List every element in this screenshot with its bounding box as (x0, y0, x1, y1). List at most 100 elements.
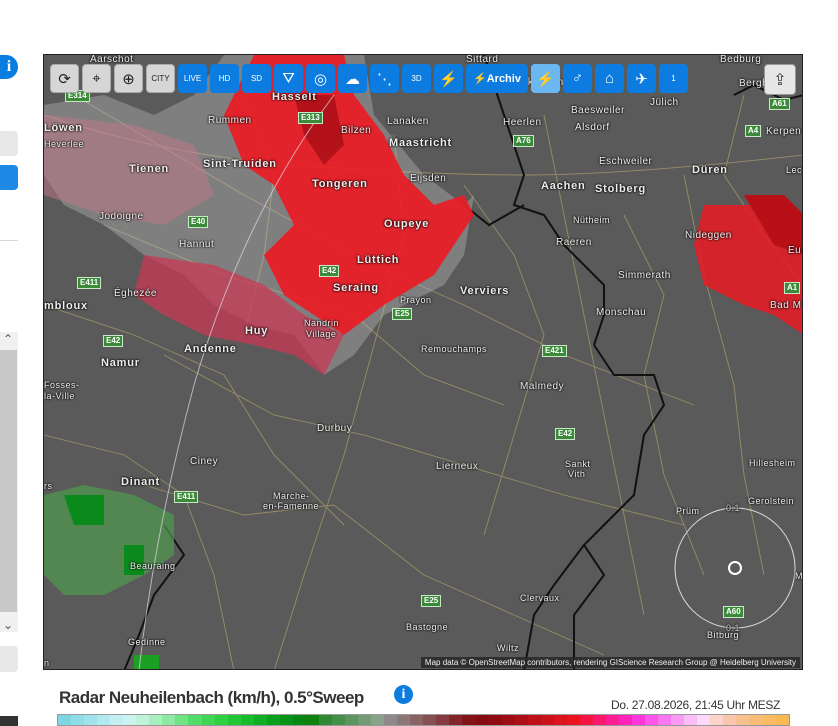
road-shield: A1 (784, 282, 801, 294)
refresh-icon: ⟳ (58, 70, 71, 88)
storm-tracks-button[interactable]: ⋱ (370, 64, 399, 93)
color-scale-swatch (553, 715, 567, 725)
place-label: Seraing (333, 282, 379, 294)
cloud-rain-icon: ☁ (345, 70, 360, 88)
color-scale-swatch (305, 715, 319, 725)
storm-tracks-icon: ⋱ (377, 70, 392, 88)
scroll-up-icon[interactable]: ⌃ (3, 332, 13, 346)
color-scale-swatch (632, 715, 646, 725)
satellite-button[interactable]: ✈ (627, 64, 656, 93)
place-label: Maastricht (389, 137, 453, 149)
lightning-button[interactable]: ⚡ (434, 64, 463, 93)
city-icon: CITY (151, 73, 170, 83)
color-scale-swatch (410, 715, 424, 725)
color-scale-swatch (97, 715, 111, 725)
rail-tab[interactable] (0, 646, 18, 672)
color-scale-swatch (318, 715, 332, 725)
place-label: Düren (692, 164, 728, 176)
road-shield: A4 (745, 125, 762, 137)
color-scale-swatch (110, 715, 124, 725)
color-scale-swatch (436, 715, 450, 725)
radar-sd-button[interactable]: SD (242, 64, 271, 93)
location-pin-icon: ⌖ (92, 70, 101, 87)
radar-sd-icon: SD (250, 73, 263, 83)
rail-tab[interactable] (0, 131, 18, 156)
place-label: n (44, 658, 50, 668)
live-button[interactable]: LIVE (178, 64, 207, 93)
map-attribution: Map data © OpenStreetMap contributors, r… (420, 657, 800, 668)
scroll-down-icon[interactable]: ⌄ (3, 618, 13, 632)
place-label: Eijsden (410, 173, 447, 184)
color-scale-swatch (175, 715, 189, 725)
radar-hd-button[interactable]: HD (210, 64, 239, 93)
place-label: Prayon (400, 295, 432, 305)
place-label: Bitburg (707, 630, 740, 640)
place-label: Malmedy (520, 381, 565, 392)
rail-tab-active[interactable] (0, 165, 18, 190)
locate-button[interactable]: ⌖ (82, 64, 111, 93)
lightning-archive-icon: ⚡ (473, 73, 487, 85)
color-scale-swatch (605, 715, 620, 725)
flood-button[interactable]: ⌂ (595, 64, 624, 93)
tornado-button[interactable]: ⛛ (274, 64, 303, 93)
place-label: Éghezée (114, 288, 157, 299)
road-shield: E40 (188, 216, 209, 228)
color-scale (57, 714, 790, 726)
road-shield: E411 (174, 491, 199, 503)
place-label: Marche- (273, 491, 310, 501)
radar-3d-button[interactable]: 3D (402, 64, 431, 93)
refresh-button[interactable]: ⟳ (50, 64, 79, 93)
place-label: Oupeye (384, 218, 430, 230)
road-shield: A76 (513, 135, 534, 147)
city-button[interactable]: CITY (146, 64, 175, 93)
color-scale-swatch (331, 715, 346, 725)
color-scale-swatch (397, 715, 411, 725)
place-label: Lec (786, 165, 803, 175)
color-scale-swatch (358, 715, 372, 725)
color-scale-swatch (540, 715, 554, 725)
color-scale-swatch (501, 715, 515, 725)
lightning-detection-button[interactable]: ⚡ (531, 64, 560, 93)
lightning-archive-button[interactable]: ⚡ Archiv (466, 64, 528, 93)
radar-station-icon[interactable] (728, 561, 742, 575)
cloud-rain-button[interactable]: ☁ (338, 64, 367, 93)
place-label: Andenne (184, 343, 237, 355)
place-label: Verviers (460, 285, 510, 297)
place-label: mbloux (44, 300, 88, 312)
color-scale-swatch (671, 715, 685, 725)
radar-1-icon: 1 (671, 73, 676, 83)
place-label: Raeren (556, 237, 592, 248)
share-button[interactable]: ⇪ (764, 64, 796, 95)
place-label: Kerpen (766, 126, 802, 137)
info-icon[interactable]: i (0, 55, 18, 79)
color-scale-swatch (684, 715, 698, 725)
place-label: Bilzen (341, 125, 372, 136)
hail-button[interactable]: ◎ (306, 64, 335, 93)
road-shield: E421 (542, 345, 567, 357)
wind-gauge-button[interactable]: ♂ (563, 64, 592, 93)
place-label: Jodoigne (99, 211, 144, 222)
place-label: Aachen (541, 180, 586, 192)
place-label: Eschweiler (599, 156, 653, 167)
info-icon[interactable]: i (394, 685, 413, 704)
place-label: Alsdorf (575, 122, 610, 133)
scrollbar-thumb[interactable] (0, 350, 17, 612)
place-label: Hannut (179, 239, 215, 250)
place-label: Löwen (44, 122, 83, 134)
color-scale-swatch (253, 715, 267, 725)
place-label: Namur (101, 357, 140, 369)
road-shield: E42 (103, 335, 124, 347)
place-label: Wiltz (497, 643, 519, 653)
radar-map[interactable]: 0.1 0.1 Aarschot Sittard Bedburg Hasselt… (43, 54, 803, 670)
place-label: Bad M (770, 300, 802, 311)
place-label: Beauraing (130, 561, 176, 571)
scrollbar[interactable]: ⌃ ⌄ (0, 332, 18, 632)
radar-1-button[interactable]: 1 (659, 64, 688, 93)
zoom-button[interactable]: ⊕ (114, 64, 143, 93)
color-scale-swatch (775, 715, 789, 725)
road-shield: E313 (298, 112, 323, 124)
color-scale-swatch (736, 715, 750, 725)
color-scale-swatch (371, 715, 385, 725)
radar-hd-icon: HD (218, 73, 231, 83)
color-scale-swatch (723, 715, 737, 725)
